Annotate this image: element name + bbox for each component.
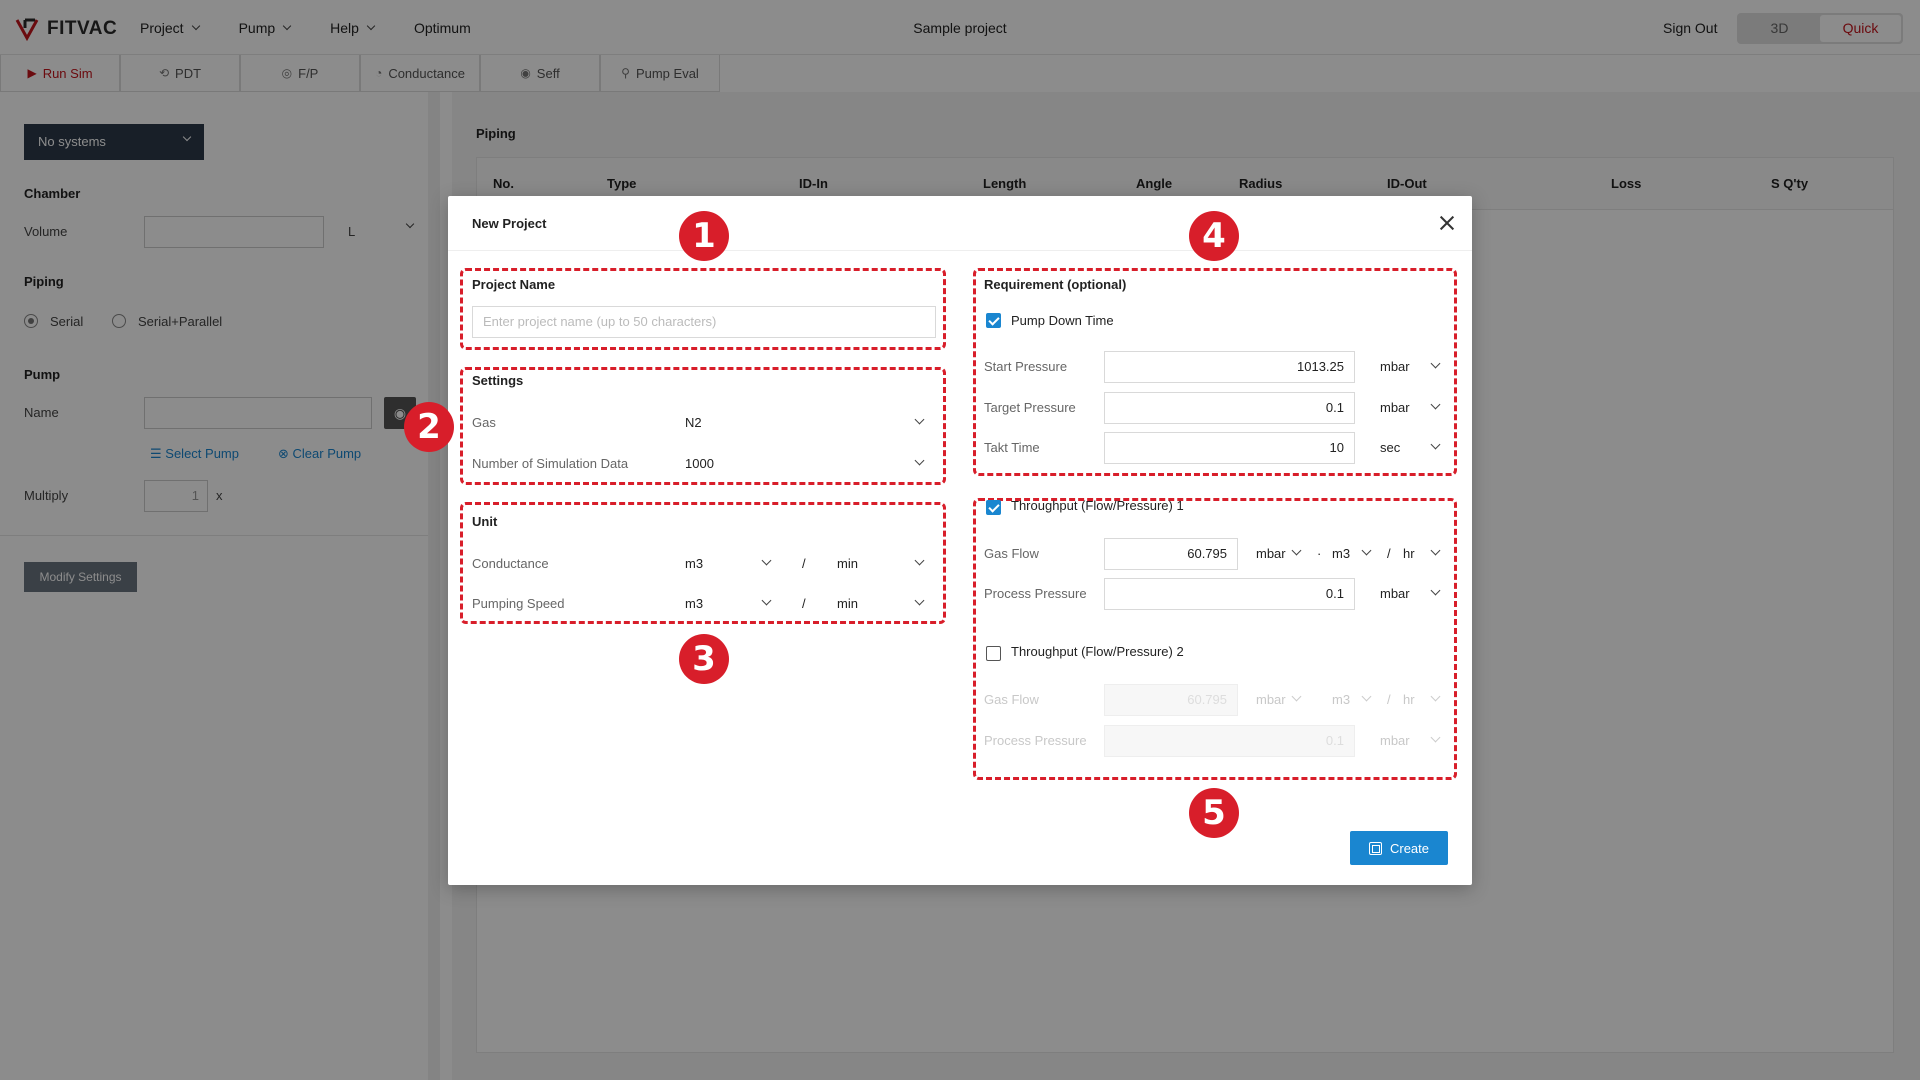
settings-heading: Settings — [472, 373, 524, 388]
gas-flow-label: Gas Flow — [984, 546, 1039, 561]
slash: / — [1387, 692, 1391, 707]
num-sim-select[interactable]: 1000 — [685, 456, 714, 471]
annotation-badge-1: 1 — [679, 211, 729, 261]
gas-select[interactable]: N2 — [685, 415, 702, 430]
gas-flow-unit1-select[interactable]: mbar — [1256, 546, 1286, 561]
project-name-input[interactable]: Enter project name (up to 50 characters) — [472, 306, 936, 338]
slash: / — [802, 556, 806, 571]
throughput-2-checkbox[interactable] — [986, 646, 1001, 661]
gas-flow-2-unit3-select: hr — [1403, 692, 1415, 707]
unit-heading: Unit — [472, 514, 498, 529]
pumping-speed-unit2-select[interactable]: min — [837, 596, 858, 611]
close-icon[interactable] — [1438, 214, 1456, 232]
target-pressure-label: Target Pressure — [984, 400, 1076, 415]
conductance-label: Conductance — [472, 556, 549, 571]
new-project-modal: New Project Project Name Enter project n… — [448, 196, 1472, 885]
gas-label: Gas — [472, 415, 496, 430]
gas-flow-2-label: Gas Flow — [984, 692, 1039, 707]
annotation-badge-5: 5 — [1189, 788, 1239, 838]
throughput-1-checkbox[interactable] — [986, 500, 1001, 515]
throughput-2-label: Throughput (Flow/Pressure) 2 — [1011, 644, 1184, 659]
pdt-label: Pump Down Time — [1011, 313, 1114, 328]
pumping-speed-unit1-select[interactable]: m3 — [685, 596, 703, 611]
create-button[interactable]: Create — [1350, 831, 1448, 865]
target-pressure-input[interactable]: 0.1 — [1104, 392, 1355, 424]
throughput-1-label: Throughput (Flow/Pressure) 1 — [1011, 498, 1184, 513]
slash: / — [802, 596, 806, 611]
process-pressure-2-label: Process Pressure — [984, 733, 1087, 748]
annotation-badge-2: 2 — [404, 402, 454, 452]
takt-time-input[interactable]: 10 — [1104, 432, 1355, 464]
annotation-badge-4: 4 — [1189, 211, 1239, 261]
conductance-unit1-select[interactable]: m3 — [685, 556, 703, 571]
modal-title: New Project — [472, 216, 547, 231]
create-icon — [1368, 841, 1382, 855]
slash: / — [1387, 546, 1391, 561]
gas-flow-2-unit2-select: m3 — [1332, 692, 1351, 707]
pumping-speed-label: Pumping Speed — [472, 596, 565, 611]
start-pressure-input[interactable]: 1013.25 — [1104, 351, 1355, 383]
takt-time-unit-select[interactable]: sec — [1380, 440, 1400, 455]
project-name-heading: Project Name — [472, 277, 556, 292]
requirement-heading: Requirement (optional) — [984, 277, 1127, 292]
takt-time-label: Takt Time — [984, 440, 1040, 455]
process-pressure-input[interactable]: 0.1 — [1104, 578, 1355, 610]
annotation-badge-3: 3 — [679, 634, 729, 684]
conductance-unit2-select[interactable]: min — [837, 556, 858, 571]
dot-separator: · — [1317, 546, 1322, 561]
process-pressure-unit-select[interactable]: mbar — [1380, 586, 1410, 601]
pdt-checkbox[interactable] — [986, 313, 1001, 328]
gas-flow-unit2-select[interactable]: m3 — [1332, 546, 1350, 561]
num-sim-label: Number of Simulation Data — [472, 456, 629, 471]
target-pressure-unit-select[interactable]: mbar — [1380, 400, 1410, 415]
gas-flow-2-input: 60.795 — [1104, 684, 1238, 716]
start-pressure-label: Start Pressure — [984, 359, 1068, 374]
process-pressure-2-unit-select: mbar — [1380, 733, 1410, 748]
process-pressure-label: Process Pressure — [984, 586, 1087, 601]
gas-flow-unit3-select[interactable]: hr — [1403, 546, 1415, 561]
modal-header: New Project — [448, 196, 1472, 251]
start-pressure-unit-select[interactable]: mbar — [1380, 359, 1410, 374]
gas-flow-input[interactable]: 60.795 — [1104, 538, 1238, 570]
gas-flow-2-unit1-select: mbar — [1256, 692, 1286, 707]
process-pressure-2-input: 0.1 — [1104, 725, 1355, 757]
